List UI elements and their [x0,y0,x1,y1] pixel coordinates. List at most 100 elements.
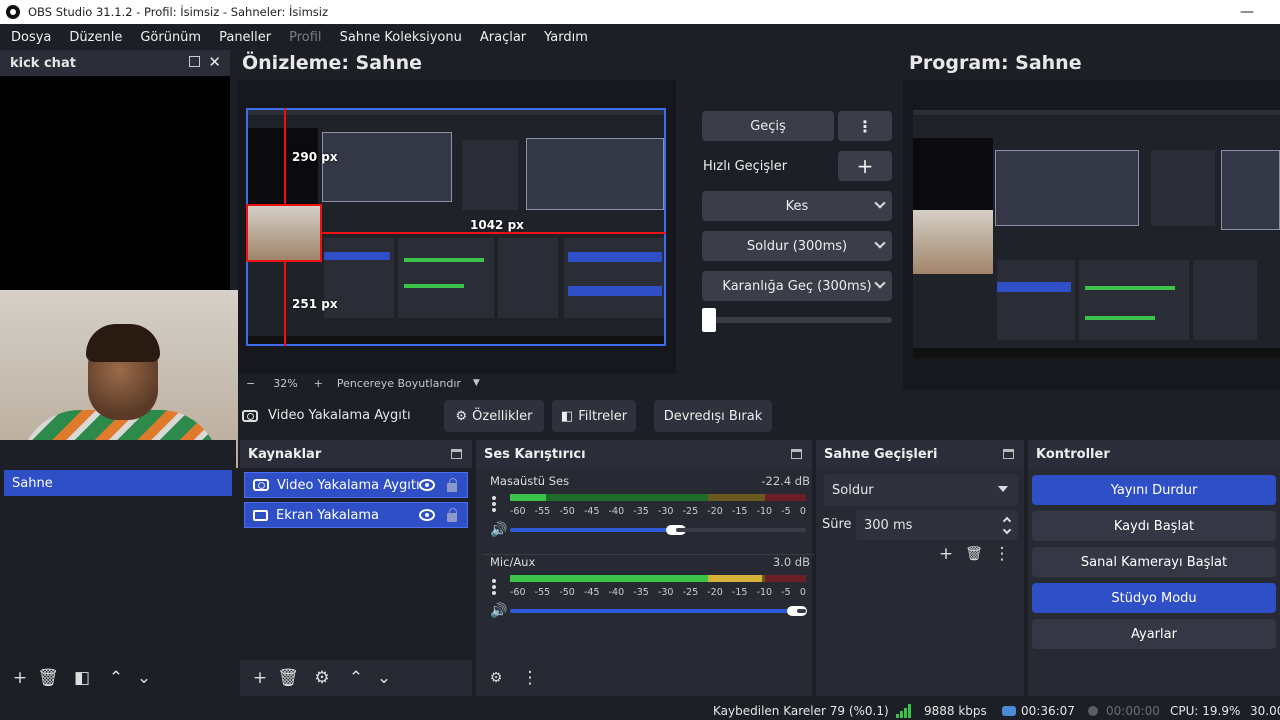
window-title: OBS Studio 31.1.2 - Profil: İsimsiz - Sa… [28,5,329,19]
menu-dosya[interactable]: Dosya [2,30,60,45]
undock-icon[interactable] [1003,449,1014,459]
start-recording-button[interactable]: Kaydı Başlat [1032,511,1276,541]
stop-streaming-button[interactable]: Yayını Durdur [1032,475,1276,505]
speaker-icon[interactable]: 🔊 [490,603,507,619]
tbar-track[interactable] [704,317,892,323]
start-virtual-camera-button[interactable]: Sanal Kamerayı Başlat [1032,547,1276,577]
menu-yardim[interactable]: Yardım [535,30,597,45]
quick-transition-fade[interactable]: Soldur (300ms) [702,231,892,261]
trash-icon[interactable]: 🗑 [274,666,302,690]
eye-icon[interactable] [419,479,435,491]
prog-nested-preview [995,150,1139,226]
screen-meter2 [404,284,464,288]
controls-header: Kontroller [1028,440,1280,468]
program-screen-capture [913,110,1280,358]
plus-icon: + [856,154,874,178]
screen-taskbar [248,336,664,344]
trash-icon[interactable]: 🗑 [960,542,988,566]
source-item-screen-capture[interactable]: Ekran Yakalama [244,502,468,528]
scene-item[interactable]: Sahne [4,470,232,496]
chevron-up-icon[interactable]: ⌃ [342,666,370,690]
add-quick-transition-button[interactable]: + [838,151,892,181]
minimize-icon[interactable]: — [1240,4,1254,20]
add-icon[interactable]: + [246,666,274,690]
add-icon[interactable]: + [932,542,960,566]
kebab-icon[interactable]: ⋮ [516,666,544,690]
meter-scale-tick: 0 [799,587,806,598]
studio-mode-button[interactable]: Stüdyo Modu [1032,583,1276,613]
quick-transition-fade-black[interactable]: Karanlığa Geç (300ms) [702,271,892,301]
quick-transition-cut[interactable]: Kes [702,191,892,221]
meter-scale-tick: -40 [608,506,625,517]
volume-meter [510,575,806,582]
transition-menu-button[interactable]: ⋮ [838,111,892,141]
guide-right-label: 1042 px [470,218,524,232]
meter-scale-tick: -30 [657,587,674,598]
gear-icon[interactable]: ⚙ [482,666,510,690]
filters-button[interactable]: ◧ Filtreler [552,400,636,432]
chevron-down-icon[interactable]: ▼ [473,378,480,388]
tbar-handle[interactable] [702,308,716,332]
chevron-down-icon[interactable] [1002,525,1012,535]
lock-icon[interactable] [447,478,457,492]
kebab-icon[interactable] [492,579,496,597]
prog-trans [1193,260,1257,340]
volume-slider-rest [797,609,806,613]
trash-icon[interactable]: 🗑 [34,666,62,690]
chevron-down-icon[interactable]: ⌄ [370,666,398,690]
kebab-icon[interactable] [492,496,496,514]
quick-transition-fade-black-label: Karanlığa Geç (300ms) [722,278,872,294]
menu-araclar[interactable]: Araçlar [471,30,535,45]
mixer-channel-mic: Mic/Aux 3.0 dB -60 -55 -50 -45 -40 -35 -30 -25-… [482,554,814,628]
title-bar: OBS Studio 31.1.2 - Profil: İsimsiz - Sa… [0,0,1280,24]
meter-scale-tick: -60 [510,506,526,517]
lock-icon[interactable] [447,508,457,522]
kebab-icon[interactable]: ⋮ [988,542,1016,566]
properties-button[interactable]: ⚙ Özellikler [444,400,544,432]
undock-icon[interactable] [451,449,462,459]
chevron-up-icon[interactable]: ⌃ [102,666,130,690]
filters-icon[interactable]: ◧ [68,666,96,690]
preview-canvas[interactable]: 290 px 1042 px 251 px [238,80,676,374]
transition-button[interactable]: Geçiş [702,111,834,141]
recording-time: 00:00:00 [1106,704,1160,718]
scene-transitions-toolbar: + 🗑 ⋮ [816,536,1024,572]
chevron-down-icon[interactable]: ⌄ [130,666,158,690]
screen-nested-program [526,138,664,210]
eye-icon[interactable] [419,509,435,521]
volume-slider[interactable] [510,609,798,613]
scene-transitions-title: Sahne Geçişleri [824,446,938,462]
undock-icon[interactable] [791,449,802,459]
properties-label: Özellikler [472,408,533,424]
meter-scale-tick: -60 [510,587,526,598]
undock-icon[interactable] [189,56,200,67]
studio-mode-label: Stüdyo Modu [1111,590,1197,606]
streaming-icon [1002,706,1016,716]
audio-mixer-dock: Ses Karıştırıcı Masaüstü Ses -22.4 dB -6… [476,440,814,696]
start-virtual-camera-label: Sanal Kamerayı Başlat [1080,554,1228,570]
zoom-in-button[interactable]: + [314,377,323,390]
volume-slider[interactable] [510,528,676,532]
menu-paneller[interactable]: Paneller [210,30,280,45]
screen-ctl-2 [568,286,662,296]
chevron-up-icon[interactable] [1002,516,1012,526]
settings-button[interactable]: Ayarlar [1032,619,1276,649]
duration-label: Süre [822,517,852,532]
add-icon[interactable]: + [6,666,34,690]
deactivate-button[interactable]: Devredışı Bırak [654,400,772,432]
transition-select[interactable]: Soldur [824,474,1018,506]
selected-source-box[interactable] [246,204,322,262]
speaker-icon[interactable]: 🔊 [490,522,507,538]
filters-label: Filtreler [578,408,628,424]
mixer-toolbar: ⚙ ⋮ [476,660,812,696]
gear-icon[interactable]: ⚙ [308,666,336,690]
meter-scale-tick: -35 [633,506,649,517]
source-item-video-capture[interactable]: Video Yakalama Aygıtı [244,472,468,498]
zoom-out-button[interactable]: − [246,377,255,390]
menu-duzenle[interactable]: Düzenle [60,30,131,45]
close-icon[interactable]: ✕ [208,53,221,71]
menu-sahne-koleksiyonu[interactable]: Sahne Koleksiyonu [331,30,471,45]
meter-zone [764,494,806,501]
menu-gorunum[interactable]: Görünüm [131,30,210,45]
zoom-mode-select[interactable]: Pencereye Boyutlandır [337,377,461,390]
